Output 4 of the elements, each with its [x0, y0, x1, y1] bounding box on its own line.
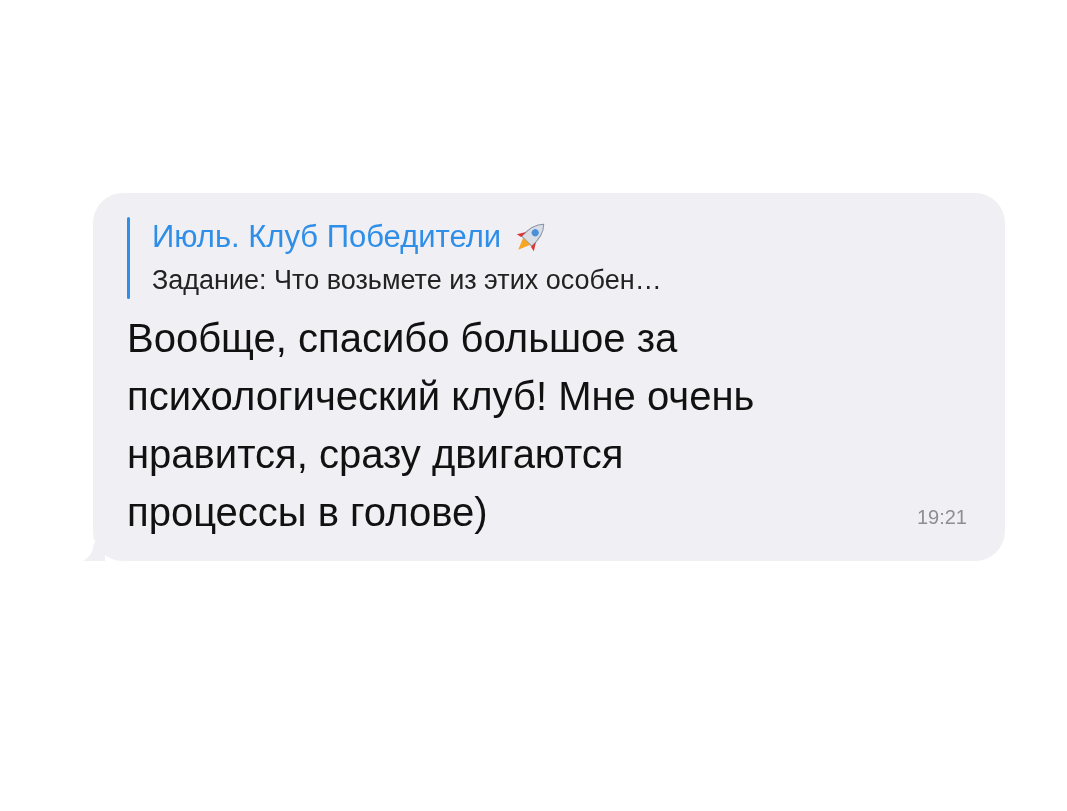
reply-excerpt: Задание: Что возьмете из этих особен… — [152, 264, 662, 297]
message-time: 19:21 — [916, 506, 967, 529]
message-text: Вообще, спасибо большое за психологический клуб! Мне очень нравится, сразу двигаются процессы в голове) — [127, 315, 756, 536]
reply-title: Июль. Клуб Победители — [152, 218, 502, 256]
